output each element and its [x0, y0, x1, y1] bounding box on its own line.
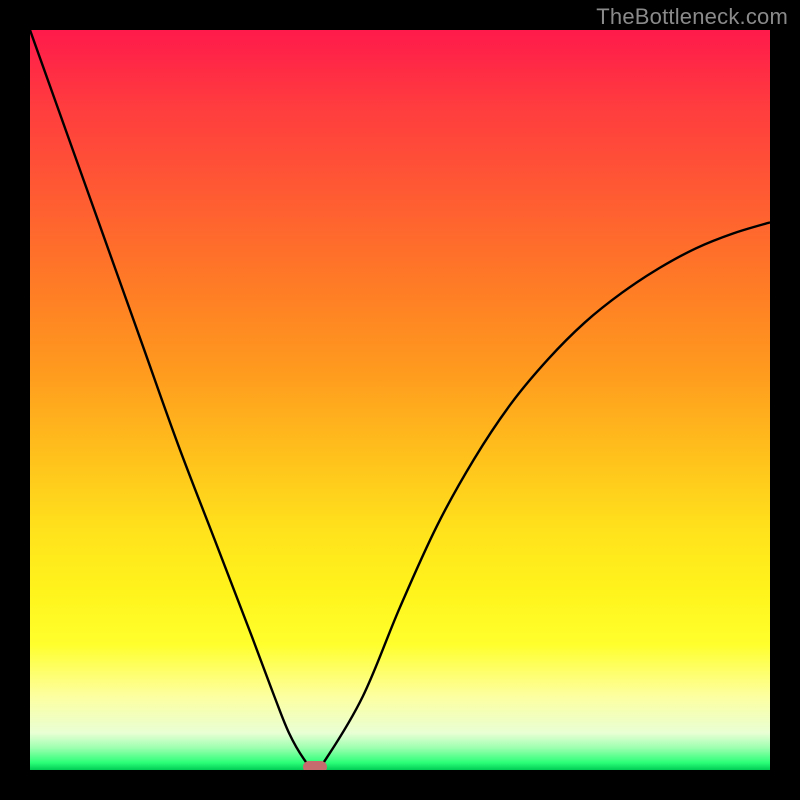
curve-path — [30, 30, 770, 770]
bottleneck-curve — [30, 30, 770, 770]
plot-area — [30, 30, 770, 770]
chart-frame: TheBottleneck.com — [0, 0, 800, 800]
watermark-text: TheBottleneck.com — [596, 4, 788, 30]
optimal-marker — [303, 761, 327, 770]
